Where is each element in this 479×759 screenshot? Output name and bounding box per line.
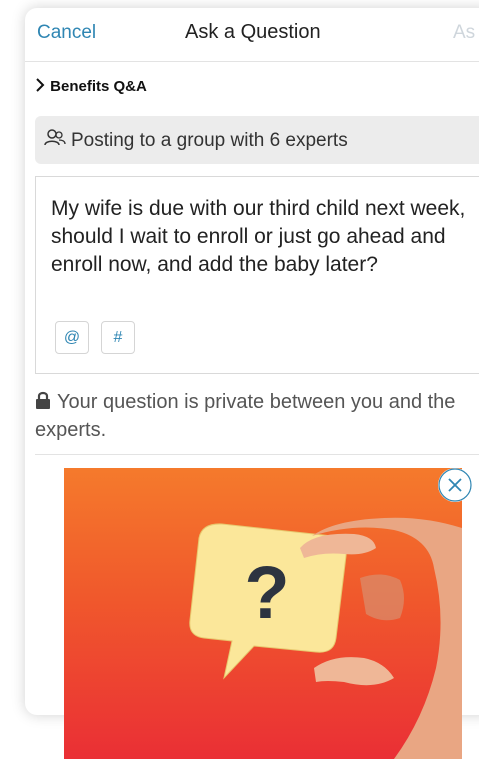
lock-icon xyxy=(36,391,50,409)
close-icon xyxy=(438,468,472,502)
question-editor[interactable]: My wife is due with our third child next… xyxy=(35,176,479,374)
divider xyxy=(35,454,479,455)
chevron-right-icon xyxy=(36,78,45,92)
privacy-text: Your question is private between you and… xyxy=(35,391,456,441)
privacy-notice: Your question is private between you and… xyxy=(35,388,479,444)
posting-info-banner: Posting to a group with 6 experts xyxy=(35,116,479,164)
ask-button[interactable]: As xyxy=(453,22,475,44)
group-name: Benefits Q&A xyxy=(50,78,147,95)
hashtag-button[interactable]: # xyxy=(101,321,135,354)
cancel-button[interactable]: Cancel xyxy=(37,22,96,44)
close-promo-button[interactable] xyxy=(438,468,472,502)
group-selector[interactable]: Benefits Q&A xyxy=(34,78,147,95)
mention-button[interactable]: @ xyxy=(55,321,89,354)
dialog-title: Ask a Question xyxy=(185,21,321,43)
bubble-question-mark: ? xyxy=(244,551,289,634)
question-input[interactable]: My wife is due with our third child next… xyxy=(51,195,471,279)
promo-image: ? xyxy=(64,468,462,759)
posting-text: Posting to a group with 6 experts xyxy=(71,130,348,151)
dialog-header: Cancel Ask a Question As xyxy=(25,8,479,62)
people-icon xyxy=(44,129,66,146)
hand-with-question-bubble-illustration: ? xyxy=(189,517,462,759)
